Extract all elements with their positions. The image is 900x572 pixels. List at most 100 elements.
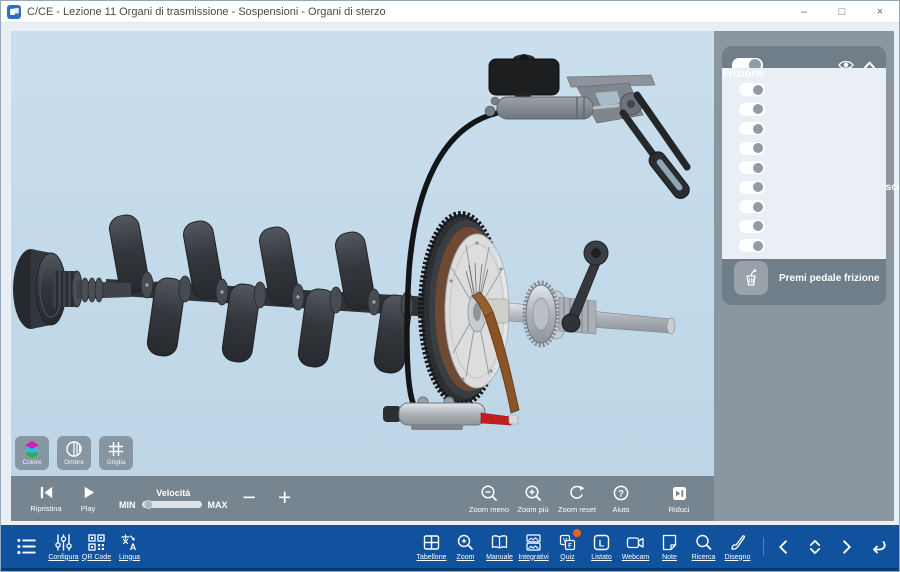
3d-model-clutch-assembly (11, 31, 714, 476)
color-button[interactable]: Colore (15, 436, 49, 470)
speed-control: Velocità MIN MAX (119, 488, 228, 510)
integrativi-button[interactable]: Integrativi (517, 533, 550, 561)
ricerca-button[interactable]: Ricerca (687, 533, 720, 561)
manuale-label: Manuale (486, 554, 513, 561)
speed-max-label: MAX (208, 500, 228, 510)
images-icon (524, 533, 543, 552)
svg-text:L: L (599, 538, 605, 548)
lingua-button[interactable]: A Lingua (113, 533, 146, 561)
note-button[interactable]: Note (653, 533, 686, 561)
speed-slider-knob[interactable] (144, 500, 153, 509)
disco-frizione-toggle[interactable] (739, 103, 765, 116)
tabellone-label: Tabellone (417, 554, 447, 561)
play-button[interactable]: Play (67, 484, 109, 513)
bottom-toolbar: Configura QR Code (1, 525, 899, 571)
panel-header: Frizione (732, 55, 876, 75)
shadows-button[interactable]: Ombre (57, 436, 91, 470)
shadows-button-label: Ombre (64, 459, 84, 467)
tabellone-button[interactable]: Tabellone (415, 533, 448, 561)
press-pedal-button[interactable]: Premi pedale frizione (734, 261, 878, 295)
menu-button[interactable] (11, 536, 41, 557)
pedale-frizione-toggle[interactable] (739, 220, 765, 233)
book-icon (490, 533, 509, 552)
title-bar: C/CE - Lezione 11 Organi di trasmissione… (1, 1, 899, 23)
webcam-button[interactable]: Webcam (619, 533, 652, 561)
zoom-out-label: Zoom meno (469, 505, 509, 514)
configura-button[interactable]: Configura (47, 533, 80, 561)
qr-code-icon (87, 533, 106, 552)
speed-increase-button[interactable]: + (278, 487, 291, 507)
albero-primario-toggle[interactable] (739, 239, 765, 252)
cuscinetto-reggispinta-toggle[interactable] (739, 200, 765, 213)
disegno-label: Disegno (725, 554, 751, 561)
qr-code-button[interactable]: QR Code (80, 533, 113, 561)
maximize-button[interactable]: □ (823, 1, 861, 22)
zoom-button[interactable]: Zoom (449, 533, 482, 561)
close-button[interactable]: × (861, 1, 899, 22)
ricerca-label: Ricerca (692, 554, 716, 561)
frizione-panel: Frizione Albero motore Disc (722, 46, 886, 305)
restart-button[interactable]: Ripristina (25, 484, 67, 513)
speed-slider[interactable] (142, 501, 202, 508)
speed-decrease-button[interactable]: − (243, 487, 256, 507)
svg-text:?: ? (618, 488, 624, 499)
shadows-icon (64, 439, 84, 459)
lingua-label: Lingua (119, 554, 140, 561)
manuale-button[interactable]: Manuale (483, 533, 516, 561)
app-icon (7, 5, 21, 19)
collapse-icon (670, 484, 688, 502)
zoom-reset-icon (568, 484, 586, 502)
note-label: Note (662, 554, 677, 561)
configura-label: Configura (48, 554, 78, 561)
collapse-button[interactable]: Riduci (658, 484, 700, 514)
qr-code-label: QR Code (82, 554, 111, 561)
restart-label: Ripristina (30, 504, 61, 513)
chevron-left-icon[interactable] (775, 538, 793, 556)
listato-button[interactable]: L Listato (585, 533, 618, 561)
listato-label: Listato (591, 554, 612, 561)
alloggiamento-spingidisco-toggle[interactable] (739, 181, 765, 194)
app-window: C/CE - Lezione 11 Organi di trasmissione… (0, 0, 900, 572)
return-arrow-icon[interactable] (868, 537, 887, 556)
collapse-label: Riduci (669, 505, 690, 514)
zoom-reset-label: Zoom reset (558, 505, 596, 514)
view-option-buttons: Colore Ombre (15, 436, 133, 470)
svg-text:A: A (130, 542, 137, 552)
disegno-button[interactable]: Disegno (721, 533, 754, 561)
translate-icon: A (120, 533, 139, 552)
help-label: Aiuto (612, 505, 629, 514)
quiz-label: Quiz (560, 554, 574, 561)
sliders-icon (54, 533, 73, 552)
main-area: Colore Ombre (1, 23, 899, 525)
note-icon (660, 533, 679, 552)
spingidisco-toggle[interactable] (739, 142, 765, 155)
grid-button[interactable]: Griglia (99, 436, 133, 470)
quiz-notification-badge (573, 529, 581, 537)
zoom-label: Zoom (457, 554, 475, 561)
grid-button-label: Griglia (107, 459, 126, 467)
right-panel-column: Frizione Albero motore Disc (714, 31, 894, 521)
app-icon-glyph (9, 6, 20, 17)
3d-viewport[interactable]: Colore Ombre (11, 31, 714, 476)
help-button[interactable]: ? Aiuto (600, 484, 642, 514)
quiz-button[interactable]: V F Quiz (551, 533, 584, 561)
zoom-controls: Zoom meno Zoom più Zoo (468, 484, 700, 514)
zoom-in-label: Zoom più (517, 505, 548, 514)
grid-icon (106, 439, 126, 459)
guarnizione-ferodi-toggle[interactable] (739, 122, 765, 135)
window-controls: – □ × (785, 1, 899, 22)
zoom-out-button[interactable]: Zoom meno (468, 484, 510, 514)
board-icon (422, 533, 441, 552)
press-pedal-label: Premi pedale frizione (779, 273, 880, 284)
chevrons-up-down-icon[interactable] (806, 538, 824, 556)
chevron-right-icon[interactable] (837, 538, 855, 556)
pen-icon (728, 533, 747, 552)
molle-spingidisco-toggle[interactable] (739, 161, 765, 174)
zoom-in-button[interactable]: Zoom più (512, 484, 554, 514)
svg-text:F: F (568, 543, 572, 549)
speed-title: Velocità (156, 488, 190, 498)
zoom-in-icon (456, 533, 475, 552)
albero-motore-toggle[interactable] (739, 83, 765, 96)
zoom-reset-button[interactable]: Zoom reset (556, 484, 598, 514)
minimize-button[interactable]: – (785, 1, 823, 22)
